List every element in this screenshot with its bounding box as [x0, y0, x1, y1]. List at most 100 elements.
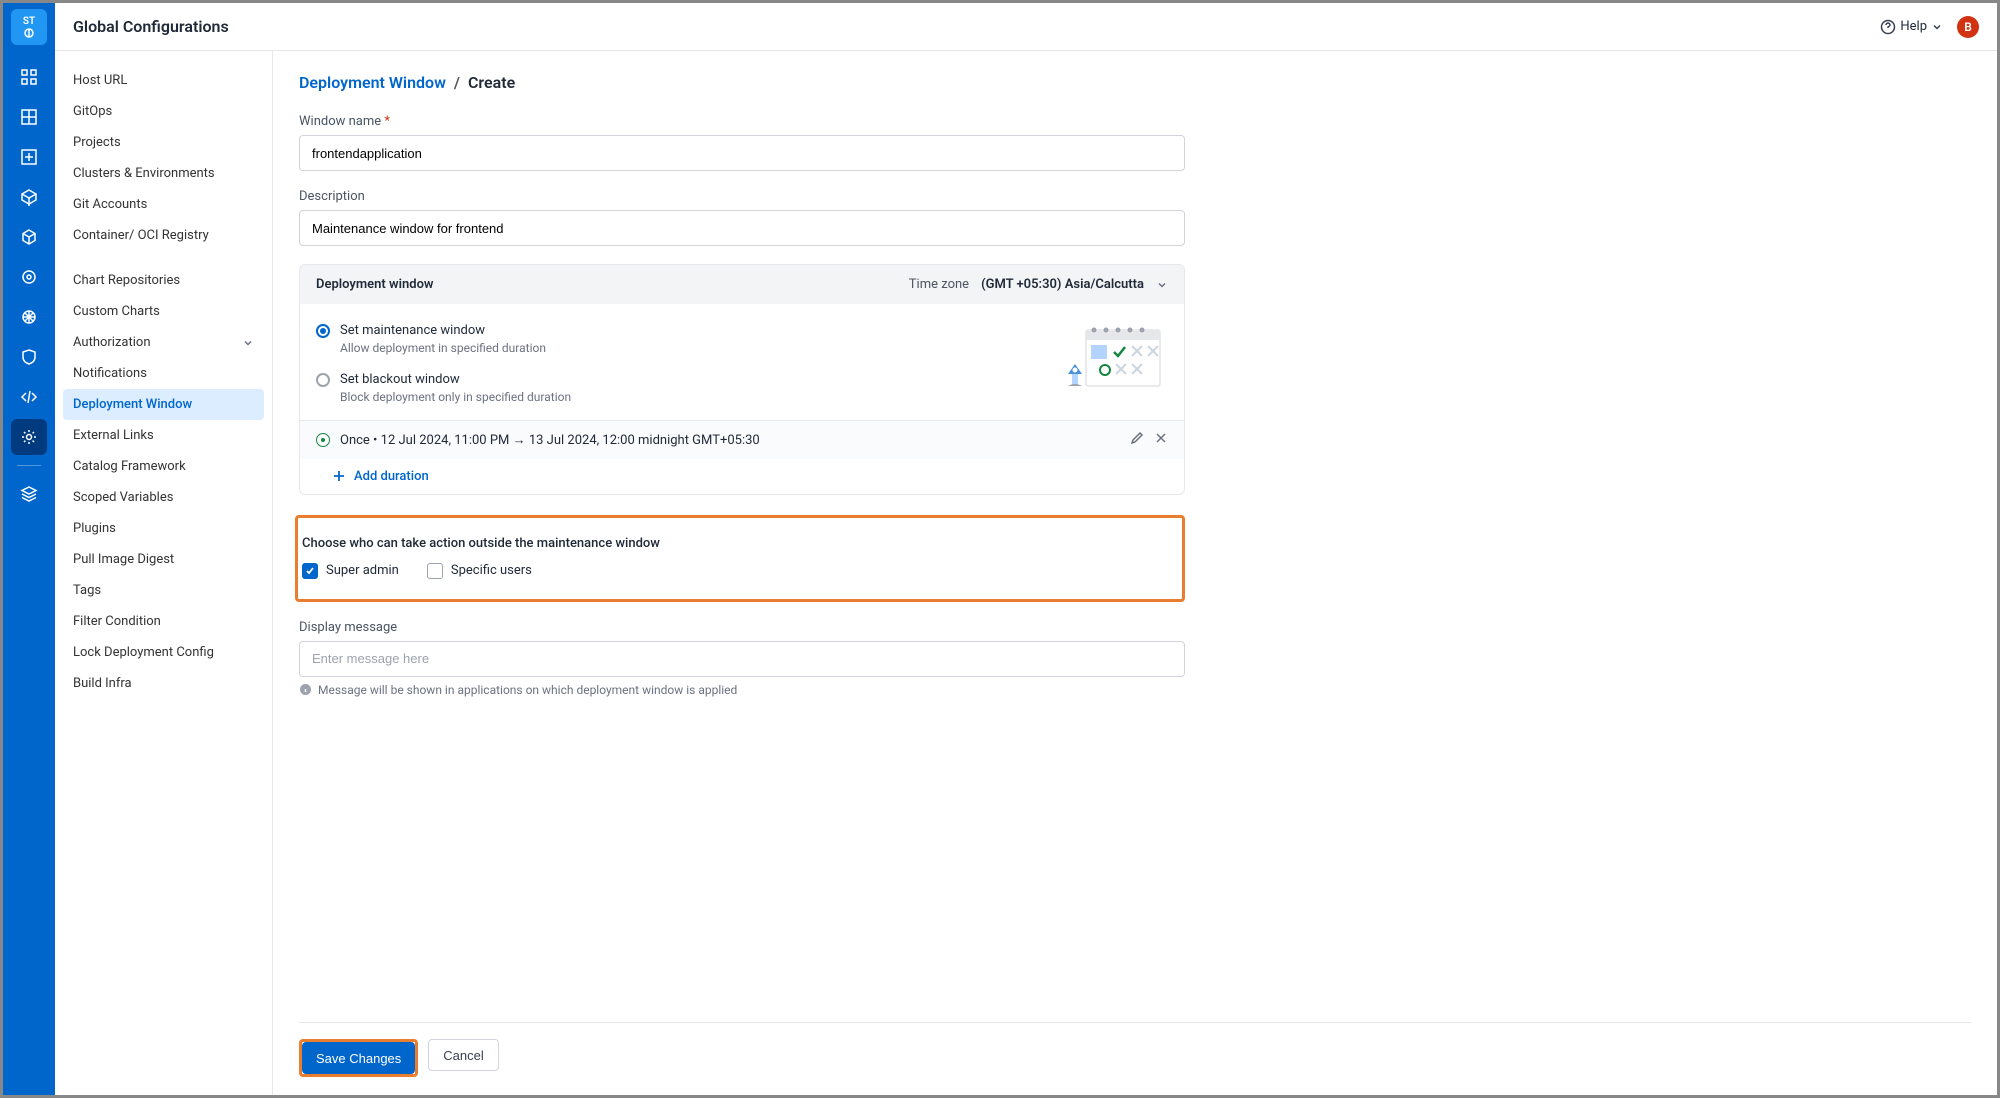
sidebar-item-label: Build Infra	[73, 676, 132, 691]
app-logo[interactable]: ST	[11, 9, 47, 45]
permission-highlight-box: Choose who can take action outside the m…	[295, 515, 1185, 602]
breadcrumb-parent[interactable]: Deployment Window	[299, 73, 446, 92]
display-message-hint: Message will be shown in applications on…	[318, 683, 737, 697]
rail-shield-icon[interactable]	[11, 339, 47, 375]
radio-maintenance-window[interactable]: Set maintenance window Allow deployment …	[316, 322, 1168, 357]
checkbox-unchecked-icon	[427, 563, 443, 579]
sidebar-item[interactable]: Lock Deployment Config	[63, 637, 264, 668]
sidebar-item-label: External Links	[73, 428, 154, 443]
sidebar-item[interactable]: Deployment Window	[63, 389, 264, 420]
sidebar-item[interactable]: Scoped Variables	[63, 482, 264, 513]
info-icon	[299, 683, 312, 696]
checkbox-specific-users[interactable]: Specific users	[427, 563, 532, 579]
edit-duration-icon[interactable]	[1130, 431, 1144, 449]
sidebar-item-label: Filter Condition	[73, 614, 161, 629]
radio-checked-icon	[316, 324, 330, 338]
sidebar-item[interactable]: Clusters & Environments	[63, 158, 264, 189]
timezone-value: (GMT +05:30) Asia/Calcutta	[981, 277, 1144, 292]
icon-rail: ST	[3, 3, 55, 1095]
add-duration-label: Add duration	[354, 469, 429, 484]
sidebar-item-label: GitOps	[73, 104, 112, 119]
sidebar-item-label: Chart Repositories	[73, 273, 180, 288]
sidebar-item-label: Deployment Window	[73, 397, 192, 412]
sidebar-item-label: Clusters & Environments	[73, 166, 215, 181]
sidebar-item[interactable]: Projects	[63, 127, 264, 158]
timezone-selector[interactable]: Time zone (GMT +05:30) Asia/Calcutta	[909, 277, 1168, 292]
display-message-label: Display message	[299, 620, 1185, 635]
user-avatar[interactable]: B	[1957, 16, 1979, 38]
rail-code-icon[interactable]	[11, 379, 47, 415]
checkbox-label: Super admin	[326, 563, 399, 578]
deployment-window-panel: Deployment window Time zone (GMT +05:30)…	[299, 264, 1185, 495]
main-content: Deployment Window / Create Window name *…	[273, 51, 1997, 1095]
rail-wheel-icon[interactable]	[11, 299, 47, 335]
radio-title: Set maintenance window	[340, 322, 546, 340]
rail-cube-icon[interactable]	[11, 219, 47, 255]
sidebar-item[interactable]: Host URL	[63, 65, 264, 96]
chevron-down-icon	[1156, 279, 1168, 291]
save-button-highlight: Save Changes	[299, 1039, 418, 1077]
checkbox-super-admin[interactable]: Super admin	[302, 563, 399, 579]
help-circle-icon	[1880, 19, 1896, 35]
checkbox-label: Specific users	[451, 563, 532, 578]
chevron-down-icon	[1931, 21, 1943, 33]
once-icon	[316, 433, 330, 447]
sidebar-item[interactable]: Catalog Framework	[63, 451, 264, 482]
radio-title: Set blackout window	[340, 371, 571, 389]
sidebar-item[interactable]: Chart Repositories	[63, 265, 264, 296]
sidebar-item-label: Pull Image Digest	[73, 552, 174, 567]
sidebar-item-label: Git Accounts	[73, 197, 147, 212]
page-title: Global Configurations	[73, 17, 229, 36]
permission-title: Choose who can take action outside the m…	[298, 536, 1182, 551]
settings-sidebar: Host URL GitOps Projects Clusters & Environ…	[55, 51, 273, 1095]
sidebar-item[interactable]: Plugins	[63, 513, 264, 544]
rail-layers-icon[interactable]	[11, 476, 47, 512]
radio-subtitle: Allow deployment in specified duration	[340, 340, 546, 357]
rail-grid-icon[interactable]	[11, 99, 47, 135]
sidebar-item-label: Container/ OCI Registry	[73, 228, 209, 243]
sidebar-item-label: Tags	[73, 583, 101, 598]
delete-duration-icon[interactable]	[1154, 431, 1168, 449]
save-button[interactable]: Save Changes	[302, 1042, 415, 1074]
rail-gear-icon[interactable]	[11, 419, 47, 455]
chevron-down-icon	[242, 337, 254, 349]
display-message-input[interactable]	[299, 641, 1185, 677]
help-label: Help	[1900, 19, 1927, 34]
rail-target-icon[interactable]	[11, 259, 47, 295]
sidebar-item[interactable]: Build Infra	[63, 668, 264, 699]
sidebar-item-label: Lock Deployment Config	[73, 645, 214, 660]
sidebar-item-label: Projects	[73, 135, 121, 150]
rail-box-icon[interactable]	[11, 179, 47, 215]
sidebar-item[interactable]: Pull Image Digest	[63, 544, 264, 575]
rail-divider	[17, 465, 41, 466]
cancel-button[interactable]: Cancel	[428, 1039, 498, 1071]
sidebar-item-label: Custom Charts	[73, 304, 160, 319]
sidebar-item[interactable]: Tags	[63, 575, 264, 606]
add-duration-button[interactable]: Add duration	[316, 459, 1168, 494]
sidebar-item[interactable]: Notifications	[63, 358, 264, 389]
calendar-illustration	[1058, 322, 1170, 392]
breadcrumb: Deployment Window / Create	[299, 73, 1185, 92]
radio-blackout-window[interactable]: Set blackout window Block deployment onl…	[316, 371, 1168, 406]
radio-subtitle: Block deployment only in specified durat…	[340, 389, 571, 406]
breadcrumb-current: Create	[468, 73, 515, 92]
top-header: Global Configurations Help B	[55, 3, 1997, 51]
rail-apps-icon[interactable]	[11, 59, 47, 95]
sidebar-item[interactable]: Filter Condition	[63, 606, 264, 637]
rail-plus-icon[interactable]	[11, 139, 47, 175]
sidebar-item-label: Notifications	[73, 366, 147, 381]
description-label: Description	[299, 189, 1185, 204]
sidebar-item[interactable]: Container/ OCI Registry	[63, 220, 264, 251]
sidebar-item-label: Plugins	[73, 521, 116, 536]
help-button[interactable]: Help	[1880, 19, 1943, 35]
panel-title: Deployment window	[316, 277, 434, 292]
sidebar-item[interactable]: External Links	[63, 420, 264, 451]
checkbox-checked-icon	[302, 563, 318, 579]
sidebar-item[interactable]: GitOps	[63, 96, 264, 127]
sidebar-item[interactable]: Custom Charts	[63, 296, 264, 327]
form-footer: Save Changes Cancel	[299, 1022, 1971, 1077]
description-input[interactable]	[299, 210, 1185, 246]
window-name-input[interactable]	[299, 135, 1185, 171]
sidebar-item[interactable]: Git Accounts	[63, 189, 264, 220]
sidebar-item[interactable]: Authorization	[63, 327, 264, 358]
